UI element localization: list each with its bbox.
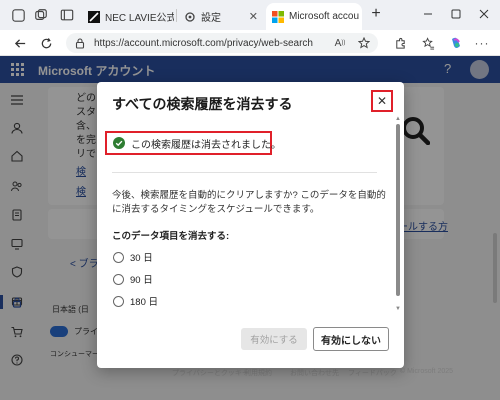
tab-nec-lavie[interactable]: NEC LAVIE公式 ✕ [82, 3, 174, 30]
tab-divider [176, 9, 177, 22]
minimize-icon[interactable] [418, 4, 438, 24]
gear-icon [185, 11, 195, 22]
back-icon[interactable] [12, 35, 28, 51]
section-label: このデータ項目を消去する: [112, 231, 230, 242]
clear-history-dialog: すべての検索履歴を消去する ✕ この検索履歴は消去されました。 今後、検索履歴を… [97, 82, 404, 368]
close-tab-icon[interactable]: ✕ [359, 10, 362, 23]
radio-30-days[interactable]: 30 日 [113, 250, 153, 264]
lock-icon[interactable] [74, 37, 86, 49]
dialog-scrollbar[interactable]: ▲ ▼ [395, 116, 401, 316]
window-close-icon[interactable] [474, 4, 494, 24]
schedule-description: 今後、検索履歴を自動的にクリアしますか? このデータを自動的に消去するタイミング… [112, 190, 386, 215]
do-not-enable-button[interactable]: 有効にしない [313, 327, 389, 351]
read-aloud-icon[interactable]: A)) [332, 35, 348, 51]
radio-label: 180 日 [130, 297, 158, 308]
close-icon: ✕ [376, 94, 388, 108]
tab-label: Microsoft accou [289, 11, 360, 22]
radio-180-days[interactable]: 180 日 [113, 294, 158, 308]
address-bar: https://account.microsoft.com/privacy/we… [0, 30, 500, 56]
workspaces-icon[interactable] [33, 7, 49, 23]
scroll-down-icon[interactable]: ▼ [395, 306, 401, 312]
more-icon[interactable]: ··· [474, 35, 490, 51]
nec-favicon-icon [88, 10, 100, 23]
tab-settings[interactable]: 設定 ✕ [178, 3, 264, 30]
maximize-icon[interactable] [446, 4, 466, 24]
close-tab-icon[interactable]: ✕ [245, 10, 258, 23]
radio-label: 30 日 [130, 253, 153, 264]
radio-button[interactable] [113, 273, 124, 285]
page-scrollbar-thumb[interactable] [493, 233, 497, 303]
scroll-up-icon[interactable]: ▲ [395, 116, 401, 122]
copilot-icon[interactable] [448, 35, 464, 51]
check-circle-icon [113, 137, 125, 149]
tab-list-icon[interactable] [59, 7, 75, 23]
profile-icon[interactable] [10, 7, 26, 23]
favorite-star-icon[interactable] [356, 35, 372, 51]
new-tab-button[interactable]: + [366, 4, 386, 24]
divider [112, 172, 377, 173]
extensions-icon[interactable] [392, 35, 408, 51]
radio-button[interactable] [113, 251, 124, 263]
close-button[interactable]: ✕ [371, 90, 393, 112]
tab-label: 設定 [201, 13, 221, 24]
tab-microsoft-account[interactable]: Microsoft accou ✕ [266, 3, 362, 30]
radio-90-days[interactable]: 90 日 [113, 272, 153, 286]
enable-button[interactable]: 有効にする [241, 328, 307, 350]
tab-bar: NEC LAVIE公式 ✕ 設定 ✕ Microsoft accou ✕ + [0, 0, 500, 30]
dialog-body: この検索履歴は消去されました。 今後、検索履歴を自動的にクリアしますか? このデ… [97, 122, 393, 318]
url-text: https://account.microsoft.com/privacy/we… [94, 37, 313, 49]
dialog-title: すべての検索履歴を消去する [112, 96, 293, 112]
radio-label: 90 日 [130, 275, 153, 286]
radio-button[interactable] [113, 295, 124, 307]
page-scrollbar[interactable] [492, 83, 498, 400]
microsoft-logo-icon [272, 10, 284, 23]
success-text: この検索履歴は消去されました。 [131, 139, 281, 151]
tab-label: NEC LAVIE公式 [105, 13, 174, 24]
success-message: この検索履歴は消去されました。 [105, 131, 281, 155]
refresh-icon[interactable] [38, 35, 54, 51]
favorites-icon[interactable] [420, 35, 436, 51]
dialog-scrollbar-thumb[interactable] [396, 124, 400, 296]
